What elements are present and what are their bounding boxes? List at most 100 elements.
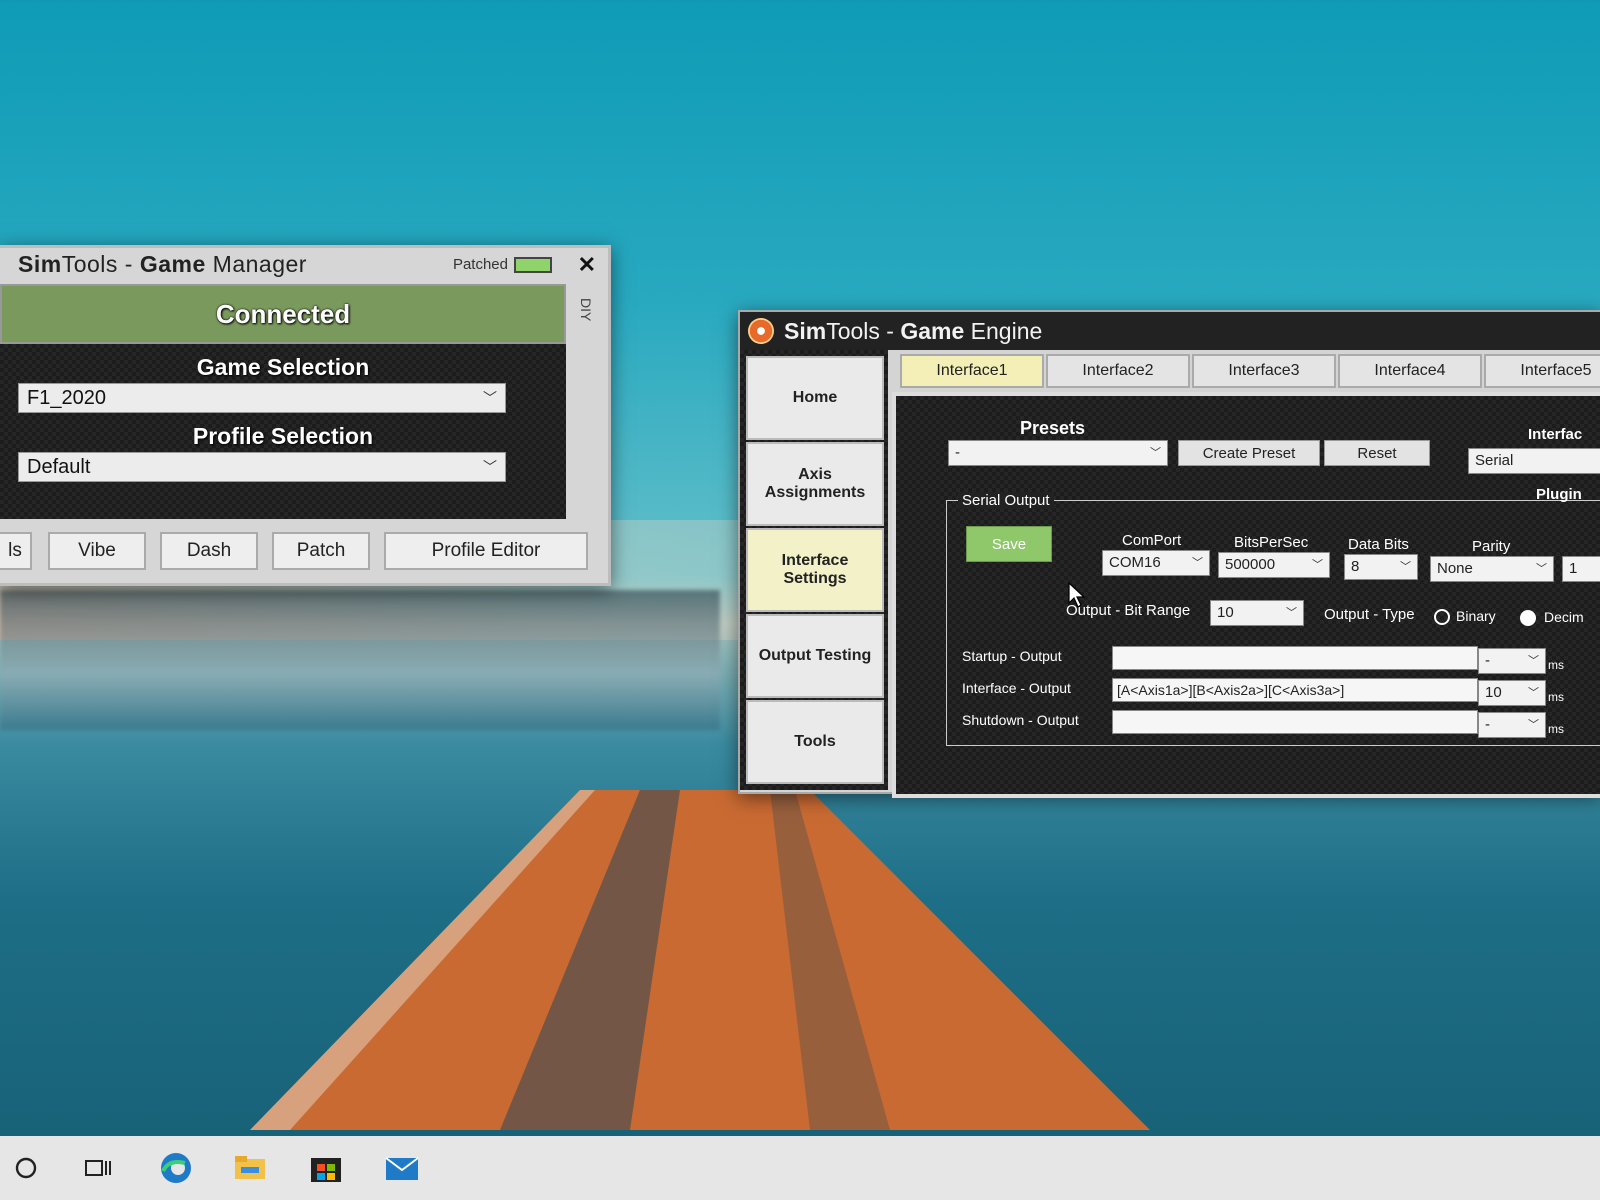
chevron-down-icon: ﹀ (1400, 561, 1411, 573)
tab-interface3[interactable]: Interface3 (1192, 354, 1336, 388)
shutdown-delay-dropdown[interactable]: - ﹀ (1478, 712, 1546, 738)
binary-label: Binary (1456, 608, 1496, 624)
taskbar (0, 1136, 1600, 1200)
parity-dropdown[interactable]: None ﹀ (1430, 556, 1554, 582)
decimal-label: Decim (1544, 609, 1584, 625)
chevron-down-icon: ﹀ (1528, 655, 1539, 667)
bitspersec-value: 500000 (1225, 556, 1276, 573)
game-manager-body: Connected Game Selection F1_2020 ﹀ Profi… (0, 284, 566, 519)
data-bits-value: 8 (1351, 558, 1360, 575)
create-preset-button[interactable]: Create Preset (1178, 440, 1320, 466)
data-bits-label: Data Bits (1348, 536, 1409, 553)
game-manager-titlebar[interactable]: SimTools - Game Manager Patched ✕ (0, 248, 608, 280)
profile-editor-button[interactable]: Profile Editor (384, 532, 588, 570)
close-icon[interactable]: ✕ (578, 252, 596, 278)
shutdown-delay-value: - (1485, 716, 1490, 733)
comport-value: COM16 (1109, 554, 1161, 571)
startup-delay-value: - (1485, 652, 1490, 669)
game-manager-window: SimTools - Game Manager Patched ✕ DIY Co… (0, 245, 611, 586)
chevron-down-icon: ﹀ (483, 390, 497, 406)
file-explorer-icon[interactable] (232, 1150, 268, 1186)
presets-dropdown[interactable]: - ﹀ (948, 440, 1168, 466)
tab-interface4[interactable]: Interface4 (1338, 354, 1482, 388)
tools-button[interactable]: ls (0, 532, 32, 570)
nav-tools[interactable]: Tools (746, 700, 884, 784)
bit-range-value: 10 (1217, 604, 1234, 621)
chevron-down-icon: ﹀ (1536, 563, 1547, 575)
game-selection-dropdown[interactable]: F1_2020 ﹀ (18, 383, 506, 413)
output-type-label: Output - Type (1324, 606, 1415, 623)
serial-output-label: Serial Output (958, 492, 1054, 509)
nav-axis-assignments[interactable]: Axis Assignments (746, 442, 884, 526)
bit-range-dropdown[interactable]: 10 ﹀ (1210, 600, 1304, 626)
comport-label: ComPort (1122, 532, 1182, 549)
plugin-label: Plugin (1536, 486, 1582, 503)
cortana-icon[interactable] (8, 1150, 44, 1186)
patched-indicator: Patched (453, 256, 552, 273)
shutdown-output-input[interactable] (1112, 710, 1478, 734)
interface-ms-unit: ms (1548, 690, 1564, 704)
startup-output-input[interactable] (1112, 646, 1478, 670)
edge-icon[interactable] (158, 1150, 194, 1186)
chevron-down-icon: ﹀ (483, 459, 497, 475)
profile-selection-dropdown[interactable]: Default ﹀ (18, 452, 506, 482)
patch-button[interactable]: Patch (272, 532, 370, 570)
nav-output-testing[interactable]: Output Testing (746, 614, 884, 698)
interface-type-dropdown[interactable]: Serial (1468, 448, 1600, 474)
interface-output-input[interactable]: [A<Axis1a>][B<Axis2a>][C<Axis3a>] (1112, 678, 1478, 702)
binary-radio[interactable] (1434, 609, 1450, 625)
diy-tab[interactable]: DIY (578, 298, 594, 321)
interface-type-value: Serial (1475, 452, 1514, 469)
data-bits-dropdown[interactable]: 8 ﹀ (1344, 554, 1418, 580)
interface-type-label: Interfac (1528, 426, 1583, 443)
interface-output-label: Interface - Output (962, 680, 1071, 696)
presets-label: Presets (1020, 418, 1086, 438)
game-selection-label: Game Selection (196, 354, 370, 380)
save-button[interactable]: Save (966, 526, 1052, 562)
parity-value: None (1437, 560, 1473, 577)
startup-ms-unit: ms (1548, 658, 1564, 672)
bitspersec-label: BitsPerSec (1234, 534, 1309, 551)
nav-interface-settings[interactable]: Interface Settings (746, 528, 884, 612)
tab-interface2[interactable]: Interface2 (1046, 354, 1190, 388)
tab-interface1[interactable]: Interface1 (900, 354, 1044, 388)
chevron-down-icon: ﹀ (1312, 559, 1323, 571)
chevron-down-icon: ﹀ (1286, 607, 1297, 619)
dash-button[interactable]: Dash (160, 532, 258, 570)
patched-status-light (514, 256, 552, 273)
chevron-down-icon: ﹀ (1150, 447, 1161, 459)
task-view-icon[interactable] (80, 1150, 116, 1186)
comport-dropdown[interactable]: COM16 ﹀ (1102, 550, 1210, 576)
desktop-wallpaper-pier (250, 790, 1150, 1130)
game-engine-titlebar[interactable]: SimTools - Game Engine (740, 312, 1600, 350)
interface-delay-value: 10 (1485, 684, 1502, 701)
interface-settings-panel: Presets - ﹀ Create Preset Reset Interfac… (892, 392, 1600, 798)
interface-delay-dropdown[interactable]: 10 ﹀ (1478, 680, 1546, 706)
tab-interface5[interactable]: Interface5 (1484, 354, 1600, 388)
game-engine-window: SimTools - Game Engine Home Axis Assignm… (738, 310, 1600, 798)
simtools-logo-icon (748, 318, 774, 344)
parity-label: Parity (1472, 538, 1511, 555)
bitspersec-dropdown[interactable]: 500000 ﹀ (1218, 552, 1330, 578)
startup-delay-dropdown[interactable]: - ﹀ (1478, 648, 1546, 674)
decimal-radio[interactable] (1520, 610, 1536, 626)
profile-selection-value: Default (27, 456, 91, 478)
shutdown-output-label: Shutdown - Output (962, 712, 1079, 728)
mail-icon[interactable] (384, 1150, 420, 1186)
desktop-background-blur (0, 590, 720, 730)
game-manager-button-row: ls Vibe Dash Patch Profile Editor (0, 524, 600, 574)
stop-bits-value: 1 (1569, 560, 1578, 577)
shutdown-ms-unit: ms (1548, 722, 1564, 736)
chevron-down-icon: ﹀ (1528, 719, 1539, 731)
game-manager-title: SimTools - Game Manager (18, 250, 307, 277)
stop-bits-dropdown[interactable]: 1 (1562, 556, 1600, 582)
vibe-button[interactable]: Vibe (48, 532, 146, 570)
mouse-cursor-icon (1068, 582, 1086, 608)
nav-home[interactable]: Home (746, 356, 884, 440)
presets-value: - (955, 444, 960, 461)
reset-button[interactable]: Reset (1324, 440, 1430, 466)
chevron-down-icon: ﹀ (1528, 687, 1539, 699)
startup-output-label: Startup - Output (962, 648, 1062, 664)
store-icon[interactable] (308, 1150, 344, 1186)
game-engine-title: SimTools - Game Engine (784, 317, 1043, 344)
